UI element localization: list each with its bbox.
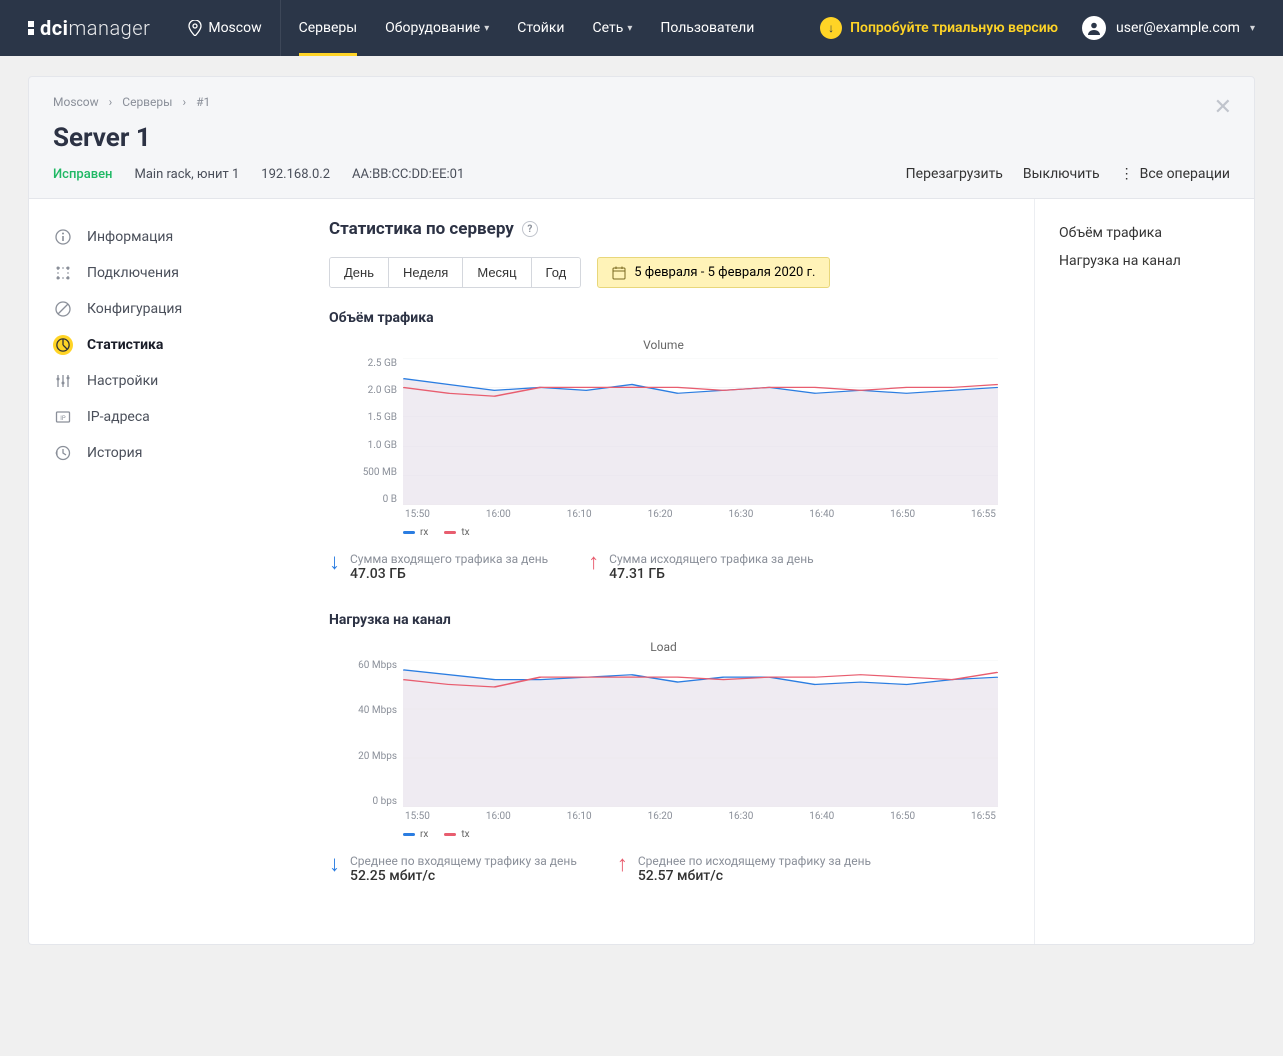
nav-racks[interactable]: Стойки (503, 0, 578, 56)
chart-load: Load 60 Mbps40 Mbps20 Mbps0 bps 15:5016:… (329, 640, 998, 840)
mac-address: AA:BB:CC:DD:EE:01 (352, 167, 464, 182)
sidenav-ips[interactable]: IPIP-адреса (29, 399, 309, 435)
arrow-up-icon: ↑ (617, 854, 628, 884)
nav-servers[interactable]: Серверы (285, 0, 372, 56)
connections-icon (53, 263, 73, 283)
sidenav-statistics[interactable]: Статистика (29, 327, 309, 363)
download-icon: ↓ (820, 17, 842, 39)
nav-equipment[interactable]: Оборудование▾ (371, 0, 503, 56)
side-nav: Информация Подключения Конфигурация Стат… (29, 199, 309, 944)
breadcrumb-item[interactable]: Moscow (53, 95, 99, 109)
arrow-down-icon: ↓ (329, 552, 340, 582)
right-anchor-nav: Объём трафика Нагрузка на канал (1034, 199, 1254, 944)
date-range-picker[interactable]: 5 февраля - 5 февраля 2020 г. (597, 257, 830, 288)
arrow-down-icon: ↓ (329, 854, 340, 884)
location-pin-icon (188, 20, 202, 36)
sidenav-settings[interactable]: Настройки (29, 363, 309, 399)
page-header: ✕ Moscow› Серверы› #1 Server 1 Исправен … (28, 76, 1255, 199)
config-icon (53, 299, 73, 319)
help-icon[interactable]: ? (522, 221, 538, 237)
ip-icon: IP (53, 407, 73, 427)
rack-location: Main rack, юнит 1 (134, 167, 239, 182)
reboot-button[interactable]: Перезагрузить (906, 166, 1003, 182)
arrow-up-icon: ↑ (588, 552, 599, 582)
period-month[interactable]: Месяц (463, 258, 531, 287)
chart-volume: Volume 2.5 GB2.0 GB1.5 GB1.0 GB500 MB0 B… (329, 338, 998, 538)
shutdown-button[interactable]: Выключить (1023, 166, 1100, 182)
period-segmented: День Неделя Месяц Год (329, 257, 581, 288)
stat-load-in: ↓ Среднее по входящему трафику за день52… (329, 854, 577, 884)
settings-icon (53, 371, 73, 391)
breadcrumb-item: #1 (196, 95, 210, 109)
calendar-icon (612, 266, 626, 280)
breadcrumb-item[interactable]: Серверы (122, 95, 172, 109)
period-year[interactable]: Год (532, 258, 581, 287)
trial-link[interactable]: ↓ Попробуйте триальную версию (820, 17, 1058, 39)
info-icon (53, 227, 73, 247)
status-badge: Исправен (53, 167, 112, 182)
chevron-down-icon: ▾ (484, 23, 489, 34)
close-button[interactable]: ✕ (1214, 95, 1232, 120)
period-week[interactable]: Неделя (389, 258, 463, 287)
period-day[interactable]: День (330, 258, 389, 287)
sidenav-history[interactable]: История (29, 435, 309, 471)
anchor-volume[interactable]: Объём трафика (1059, 219, 1230, 247)
location-selector[interactable]: Moscow (170, 0, 280, 56)
all-operations-menu[interactable]: ⋮ Все операции (1120, 166, 1230, 182)
stat-volume-in: ↓ Сумма входящего трафика за день47.03 Г… (329, 552, 548, 582)
breadcrumb: Moscow› Серверы› #1 (53, 95, 1230, 109)
sidenav-config[interactable]: Конфигурация (29, 291, 309, 327)
brand-logo[interactable]: dcimanager (28, 16, 150, 40)
stat-load-out: ↑ Среднее по исходящему трафику за день5… (617, 854, 871, 884)
sidenav-info[interactable]: Информация (29, 219, 309, 255)
location-name: Moscow (208, 20, 261, 36)
main-nav: Серверы Оборудование▾ Стойки Сеть▾ Польз… (285, 0, 769, 56)
main-content: Статистика по серверу ? День Неделя Меся… (309, 199, 1034, 944)
chevron-down-icon: ▾ (1250, 23, 1255, 34)
svg-text:IP: IP (60, 415, 66, 422)
page-title: Server 1 (53, 123, 1230, 153)
content-title: Статистика по серверу ? (329, 219, 998, 239)
anchor-load[interactable]: Нагрузка на канал (1059, 247, 1230, 275)
menu-dots-icon: ⋮ (1120, 166, 1134, 182)
stat-volume-out: ↑ Сумма исходящего трафика за день47.31 … (588, 552, 814, 582)
user-menu[interactable]: user@example.com ▾ (1082, 16, 1255, 40)
user-avatar-icon (1082, 16, 1106, 40)
section-volume-title: Объём трафика (329, 310, 998, 326)
nav-network[interactable]: Сеть▾ (579, 0, 647, 56)
stats-icon (53, 335, 73, 355)
chevron-down-icon: ▾ (627, 23, 632, 34)
topbar: dcimanager Moscow Серверы Оборудование▾ … (0, 0, 1283, 56)
history-icon (53, 443, 73, 463)
ip-address: 192.168.0.2 (261, 167, 330, 182)
section-load-title: Нагрузка на канал (329, 612, 998, 628)
nav-users[interactable]: Пользователи (646, 0, 768, 56)
sidenav-connections[interactable]: Подключения (29, 255, 309, 291)
